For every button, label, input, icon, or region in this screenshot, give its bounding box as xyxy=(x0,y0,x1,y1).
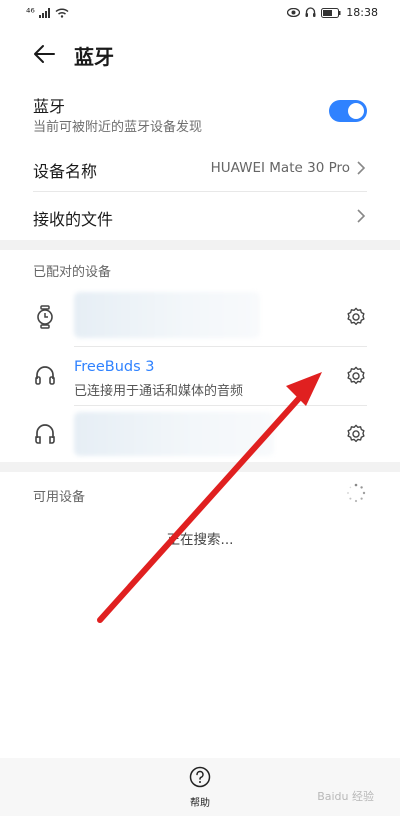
bluetooth-switch[interactable] xyxy=(329,100,367,122)
device-status: 已连接用于通话和媒体的音频 xyxy=(74,384,244,399)
device-name-row[interactable]: 设备名称 HUAWEI Mate 30 Pro xyxy=(0,142,400,192)
loading-spinner-icon xyxy=(347,483,366,503)
carrier-label: ⁴⁶ xyxy=(26,6,35,19)
app-bar: 蓝牙 xyxy=(0,30,400,78)
battery-icon xyxy=(321,7,341,18)
help-icon[interactable] xyxy=(189,766,211,788)
wifi-icon xyxy=(55,7,69,18)
section-separator xyxy=(0,240,400,250)
section-separator xyxy=(0,462,400,472)
page-title: 蓝牙 xyxy=(74,45,114,69)
chevron-right-icon xyxy=(357,209,366,223)
gear-icon[interactable] xyxy=(345,365,367,387)
headset-status-icon xyxy=(305,7,316,17)
received-files-label: 接收的文件 xyxy=(33,210,114,229)
watermark: Baidu 经验 xyxy=(317,790,374,803)
signal-icon xyxy=(38,7,50,18)
blurred-device-name xyxy=(74,292,260,338)
chevron-right-icon xyxy=(357,161,366,175)
paired-device-row[interactable]: FreeBuds 3 已连接用于通话和媒体的音频 xyxy=(0,347,400,405)
paired-device-row[interactable] xyxy=(0,288,400,346)
paired-device-row[interactable] xyxy=(0,406,400,462)
received-files-row[interactable]: 接收的文件 xyxy=(0,192,400,240)
searching-status: 正在搜索... xyxy=(166,532,234,548)
bluetooth-label: 蓝牙 xyxy=(33,97,66,116)
gear-icon[interactable] xyxy=(345,423,367,445)
status-time: 18:38 xyxy=(346,6,378,19)
device-name-label: 设备名称 xyxy=(33,162,98,181)
paired-devices-title: 已配对的设备 xyxy=(33,265,112,280)
back-arrow-icon[interactable] xyxy=(32,42,56,66)
watch-icon xyxy=(37,305,53,329)
headset-icon xyxy=(35,366,55,385)
blurred-device-name xyxy=(74,412,274,456)
bottom-bar: 帮助 Baidu 经验 xyxy=(0,758,400,816)
device-name: FreeBuds 3 xyxy=(74,359,155,375)
bluetooth-subtitle: 当前可被附近的蓝牙设备发现 xyxy=(33,120,203,135)
status-bar: ⁴⁶ 18:38 xyxy=(0,0,400,26)
device-name-value: HUAWEI Mate 30 Pro xyxy=(210,160,350,176)
gear-icon[interactable] xyxy=(345,306,367,328)
available-devices-title: 可用设备 xyxy=(33,490,86,505)
headphones-icon xyxy=(35,424,55,444)
eye-icon xyxy=(287,8,301,17)
